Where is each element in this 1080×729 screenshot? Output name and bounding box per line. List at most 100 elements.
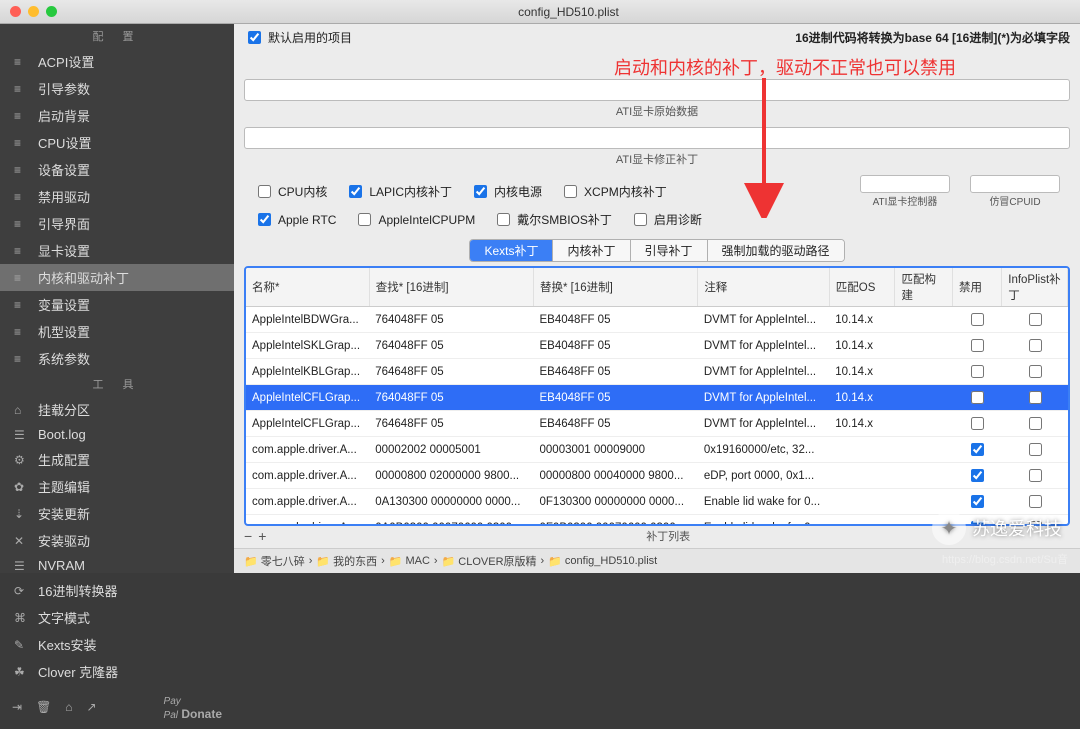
sidebar-tool-1[interactable]: ☰Boot.log bbox=[0, 423, 234, 446]
sidebar-item-2[interactable]: ≡启动背景 bbox=[0, 102, 234, 129]
tool-icon: ⌘ bbox=[14, 611, 30, 625]
trash-icon[interactable]: 🗑 bbox=[36, 700, 51, 714]
sidebar-item-6[interactable]: ≡引导界面 bbox=[0, 210, 234, 237]
breadcrumb-item[interactable]: 📁config_HD510.plist bbox=[548, 555, 657, 568]
column-header[interactable]: 替换* [16进制] bbox=[534, 268, 698, 307]
sidebar-item-label: 设备设置 bbox=[38, 160, 90, 179]
sidebar-tool-10[interactable]: ☘Clover 克隆器 bbox=[0, 658, 234, 685]
tool-icon: ✎ bbox=[14, 638, 30, 652]
dis-checkbox[interactable] bbox=[971, 365, 984, 378]
url-watermark: https://blog.csdn.net/Su音 bbox=[942, 551, 1068, 567]
sidebar-tool-4[interactable]: ⇣安装更新 bbox=[0, 500, 234, 527]
dis-checkbox[interactable] bbox=[971, 469, 984, 482]
column-header[interactable]: 匹配OS bbox=[829, 268, 895, 307]
sidebar-item-8[interactable]: ≡内核和驱动补丁 bbox=[0, 264, 234, 291]
info-checkbox[interactable] bbox=[1029, 339, 1042, 352]
fake-cpuid-label: 仿冒CPUID bbox=[989, 193, 1040, 208]
sidebar-item-10[interactable]: ≡机型设置 bbox=[0, 318, 234, 345]
sidebar-item-label: 文字模式 bbox=[38, 608, 90, 627]
sidebar-item-0[interactable]: ≡ACPI设置 bbox=[0, 48, 234, 75]
sidebar-tool-0[interactable]: ⌂挂载分区 bbox=[0, 396, 234, 423]
close-icon[interactable] bbox=[10, 6, 21, 17]
chevron-right-icon: › bbox=[434, 555, 438, 567]
info-checkbox[interactable] bbox=[1029, 365, 1042, 378]
add-row-button[interactable]: + bbox=[258, 528, 266, 544]
table-row[interactable]: com.apple.driver.A...00002002 0000500100… bbox=[246, 437, 1068, 463]
remove-row-button[interactable]: − bbox=[244, 528, 252, 544]
table-row[interactable]: AppleIntelBDWGra...764048FF 05EB4048FF 0… bbox=[246, 307, 1068, 333]
xcpm-checkbox[interactable]: XCPM内核补丁 bbox=[560, 182, 667, 201]
wechat-icon: ✦ bbox=[932, 511, 966, 545]
default-enabled-checkbox[interactable]: 默认启用的项目 bbox=[244, 28, 352, 47]
cpu-core-checkbox[interactable]: CPU内核 bbox=[254, 182, 327, 201]
dis-checkbox[interactable] bbox=[971, 339, 984, 352]
tab-2[interactable]: 引导补丁 bbox=[631, 240, 708, 261]
info-checkbox[interactable] bbox=[1029, 495, 1042, 508]
breadcrumb-item[interactable]: 📁我的东西 bbox=[316, 553, 377, 569]
open-icon[interactable]: ↗ bbox=[87, 700, 97, 714]
tab-0[interactable]: Kexts补丁 bbox=[470, 240, 553, 261]
table-row[interactable]: com.apple.driver.A...00000800 02000000 9… bbox=[246, 463, 1068, 489]
kernel-pm-checkbox[interactable]: 内核电源 bbox=[470, 182, 542, 201]
tool-icon: ⌂ bbox=[14, 403, 30, 417]
apple-cpupm-checkbox[interactable]: AppleIntelCPUPM bbox=[354, 210, 475, 229]
sidebar-tool-8[interactable]: ⌘ 文字模式 bbox=[0, 604, 234, 631]
info-checkbox[interactable] bbox=[1029, 391, 1042, 404]
sidebar-item-4[interactable]: ≡设备设置 bbox=[0, 156, 234, 183]
ati-fix-input[interactable] bbox=[244, 127, 1070, 149]
dis-checkbox[interactable] bbox=[971, 391, 984, 404]
ati-controller-input[interactable] bbox=[860, 175, 950, 193]
lapic-checkbox[interactable]: LAPIC内核补丁 bbox=[345, 182, 452, 201]
info-checkbox[interactable] bbox=[1029, 443, 1042, 456]
fake-cpuid-input[interactable] bbox=[970, 175, 1060, 193]
info-checkbox[interactable] bbox=[1029, 469, 1042, 482]
dis-checkbox[interactable] bbox=[971, 495, 984, 508]
sidebar-item-5[interactable]: ≡禁用驱动 bbox=[0, 183, 234, 210]
table-row[interactable]: AppleIntelKBLGrap...764648FF 05EB4648FF … bbox=[246, 359, 1068, 385]
sidebar-tool-2[interactable]: ⚙生成配置 bbox=[0, 446, 234, 473]
zoom-icon[interactable] bbox=[46, 6, 57, 17]
sidebar-tool-9[interactable]: ✎ Kexts安装 bbox=[0, 631, 234, 658]
column-header[interactable]: 查找* [16进制] bbox=[369, 268, 533, 307]
donate-button[interactable]: PayPal Donate bbox=[164, 693, 222, 721]
table-row[interactable]: AppleIntelCFLGrap...764648FF 05EB4648FF … bbox=[246, 411, 1068, 437]
breadcrumb-item[interactable]: 📁MAC bbox=[389, 555, 430, 568]
info-checkbox[interactable] bbox=[1029, 417, 1042, 430]
sidebar-item-9[interactable]: ≡变量设置 bbox=[0, 291, 234, 318]
column-header[interactable]: 匹配构建 bbox=[895, 268, 953, 307]
sidebar-tool-3[interactable]: ✿主题编辑 bbox=[0, 473, 234, 500]
breadcrumb-item[interactable]: 📁CLOVER原版精 bbox=[442, 553, 537, 569]
sidebar-tool-5[interactable]: ✕安装驱动 bbox=[0, 527, 234, 554]
sidebar-item-3[interactable]: ≡CPU设置 bbox=[0, 129, 234, 156]
column-header[interactable]: 禁用 bbox=[952, 268, 1001, 307]
apple-rtc-checkbox[interactable]: Apple RTC bbox=[254, 210, 336, 229]
dis-checkbox[interactable] bbox=[971, 443, 984, 456]
tab-1[interactable]: 内核补丁 bbox=[553, 240, 630, 261]
tool-icon: ⇣ bbox=[14, 507, 30, 521]
table-row[interactable]: AppleIntelSKLGrap...764048FF 05EB4048FF … bbox=[246, 333, 1068, 359]
dell-smbios-checkbox[interactable]: 戴尔SMBIOS补丁 bbox=[493, 210, 612, 229]
minimize-icon[interactable] bbox=[28, 6, 39, 17]
column-header[interactable]: InfoPlist补丁 bbox=[1002, 268, 1068, 307]
column-header[interactable]: 名称* bbox=[246, 268, 369, 307]
sidebar-item-11[interactable]: ≡系统参数 bbox=[0, 345, 234, 372]
sidebar-item-label: Kexts安装 bbox=[38, 635, 97, 654]
dis-checkbox[interactable] bbox=[971, 313, 984, 326]
sidebar-tool-7[interactable]: ⟳16进制转换器 bbox=[0, 577, 234, 604]
ati-raw-input[interactable] bbox=[244, 79, 1070, 101]
list-icon: ≡ bbox=[14, 298, 30, 312]
info-checkbox[interactable] bbox=[1029, 313, 1042, 326]
export-icon[interactable]: ⇥ bbox=[12, 700, 22, 714]
boot-diag-checkbox[interactable]: 启用诊断 bbox=[630, 210, 702, 229]
dis-checkbox[interactable] bbox=[971, 417, 984, 430]
column-header[interactable]: 注释 bbox=[698, 268, 829, 307]
sidebar-item-1[interactable]: ≡引导参数 bbox=[0, 75, 234, 102]
sidebar-tool-6[interactable]: ☰NVRAM bbox=[0, 554, 234, 577]
home-icon[interactable]: ⌂ bbox=[65, 700, 72, 714]
table-row[interactable]: AppleIntelCFLGrap...764048FF 05EB4048FF … bbox=[246, 385, 1068, 411]
list-icon: ≡ bbox=[14, 217, 30, 231]
list-icon: ≡ bbox=[14, 271, 30, 285]
tab-3[interactable]: 强制加载的驱动路径 bbox=[708, 240, 844, 261]
sidebar-item-7[interactable]: ≡显卡设置 bbox=[0, 237, 234, 264]
breadcrumb-item[interactable]: 📁零七八碎 bbox=[244, 553, 305, 569]
